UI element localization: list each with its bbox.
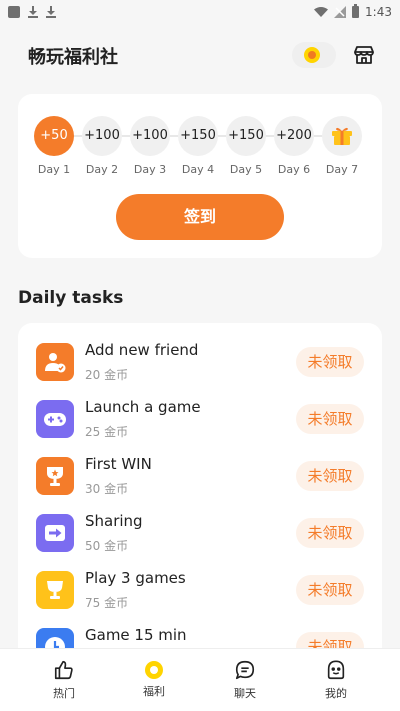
claim-button[interactable]: 未领取 (296, 404, 364, 434)
status-left (8, 6, 56, 18)
task-name: Launch a game (85, 398, 201, 416)
claim-button[interactable]: 未领取 (296, 347, 364, 377)
nav-label: 聊天 (234, 687, 256, 700)
day-reward: +100 (82, 116, 122, 156)
day-6[interactable]: +200 Day 6 (274, 116, 314, 176)
task-reward: 20 金币 (85, 368, 129, 382)
nav-item-hot[interactable]: 热门 (34, 659, 94, 701)
task-row: Sharing 50 金币 未领取 (18, 504, 382, 560)
task-row: Add new friend 20 金币 未领取 (18, 333, 382, 389)
day-reward-gift (322, 116, 362, 156)
task-row: Play 3 games 75 金币 未领取 (18, 561, 382, 617)
day-label: Day 7 (325, 163, 359, 176)
wifi-icon (314, 7, 329, 17)
section-title: Daily tasks (18, 288, 124, 308)
day-3[interactable]: +100 Day 3 (130, 116, 170, 176)
status-bar: 1:43 (0, 0, 400, 24)
task-name: Sharing (85, 512, 143, 530)
add-friend-icon (36, 343, 74, 381)
task-name: Game 15 min (85, 626, 187, 644)
bottom-nav: 热门 福利 聊天 我的 (0, 648, 400, 711)
nav-item-profile[interactable]: 我的 (306, 659, 366, 701)
checkin-card: +50 Day 1 +100 Day 2 +100 Day 3 +150 Day… (18, 94, 382, 258)
task-row: Launch a game 25 金币 未领取 (18, 390, 382, 446)
claim-button[interactable]: 未领取 (296, 575, 364, 605)
cup-icon (36, 571, 74, 609)
day-reward: +200 (274, 116, 314, 156)
tasks-card: Add new friend 20 金币 未领取 Launch a game 2… (18, 323, 382, 663)
signal-icon (334, 6, 347, 18)
thumbs-up-icon (54, 660, 73, 680)
checkin-days: +50 Day 1 +100 Day 2 +100 Day 3 +150 Day… (34, 116, 370, 176)
task-reward: 50 金币 (85, 539, 129, 553)
download-icon (28, 6, 38, 18)
notification-icon (8, 6, 20, 18)
task-name: Play 3 games (85, 569, 186, 587)
coin-icon (304, 47, 320, 63)
task-name: Add new friend (85, 341, 199, 359)
task-reward: 75 金币 (85, 596, 129, 610)
gamepad-icon (36, 400, 74, 438)
status-time: 1:43 (365, 5, 392, 19)
day-2[interactable]: +100 Day 2 (82, 116, 122, 176)
nav-item-welfare[interactable]: 福利 (124, 659, 184, 699)
day-reward: +150 (226, 116, 266, 156)
claim-button[interactable]: 未领取 (296, 461, 364, 491)
nav-label: 我的 (325, 687, 347, 700)
page-title: 畅玩福利社 (28, 47, 118, 68)
nav-label: 福利 (143, 685, 165, 698)
nav-item-chat[interactable]: 聊天 (215, 659, 275, 701)
status-right: 1:43 (314, 4, 392, 19)
coin-balance-button[interactable] (292, 42, 336, 68)
task-reward: 25 金币 (85, 425, 129, 439)
task-row: First WIN 30 金币 未领取 (18, 447, 382, 503)
chat-icon (235, 660, 255, 680)
day-4[interactable]: +150 Day 4 (178, 116, 218, 176)
download-icon-2 (46, 6, 56, 18)
day-reward: +100 (130, 116, 170, 156)
task-name: First WIN (85, 455, 152, 473)
store-icon[interactable] (352, 43, 376, 67)
profile-icon (327, 660, 345, 680)
sign-in-button[interactable]: 签到 (116, 194, 284, 240)
coin-icon (145, 661, 163, 679)
header: 畅玩福利社 (0, 40, 400, 72)
share-icon (36, 514, 74, 552)
trophy-icon (36, 457, 74, 495)
task-reward: 30 金币 (85, 482, 129, 496)
nav-label: 热门 (53, 687, 75, 700)
gift-icon (332, 127, 352, 145)
day-7[interactable]: Day 7 (322, 116, 362, 176)
battery-icon (352, 4, 360, 18)
day-1[interactable]: +50 Day 1 (34, 116, 74, 176)
day-reward: +150 (178, 116, 218, 156)
claim-button[interactable]: 未领取 (296, 518, 364, 548)
day-5[interactable]: +150 Day 5 (226, 116, 266, 176)
day-reward: +50 (34, 116, 74, 156)
